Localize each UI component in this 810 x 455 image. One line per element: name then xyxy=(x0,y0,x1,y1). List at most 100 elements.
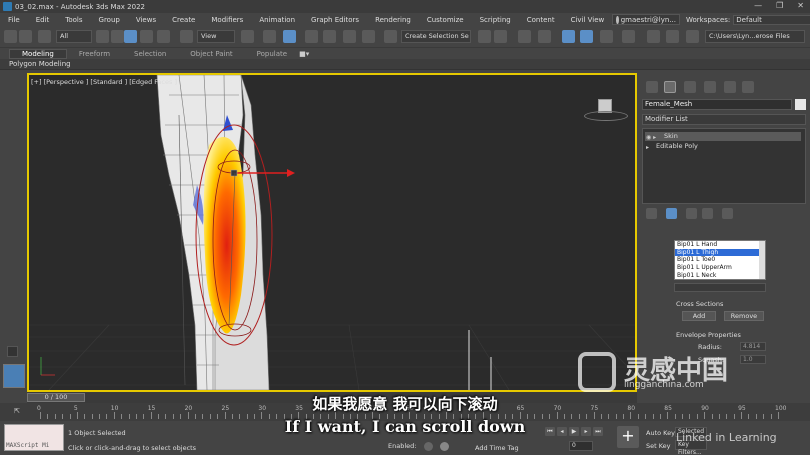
eye-icon[interactable]: ◉ ▸ xyxy=(646,133,656,142)
list-item[interactable]: Bip01 L Toe0 xyxy=(675,256,765,264)
layer-explorer-icon[interactable] xyxy=(538,30,551,43)
menu-modifiers[interactable]: Modifiers xyxy=(203,16,251,24)
mirror-icon[interactable] xyxy=(478,30,491,43)
ribbon-polygon-modeling[interactable]: Polygon Modeling xyxy=(0,59,810,70)
stack-item-editable-poly[interactable]: ▸ Editable Poly xyxy=(645,142,801,151)
redo-icon[interactable] xyxy=(19,30,32,43)
menu-file[interactable]: File xyxy=(0,16,28,24)
watermark-logo-icon xyxy=(578,352,616,392)
create-tab-icon[interactable] xyxy=(646,81,658,93)
remove-cross-section-button[interactable]: Remove xyxy=(724,311,764,321)
bones-list[interactable]: Bip01 L Hand Bip01 L Thigh Bip01 L Toe0 … xyxy=(674,240,766,280)
configure-modifier-sets-icon[interactable] xyxy=(722,208,733,219)
menu-views[interactable]: Views xyxy=(128,16,164,24)
make-unique-icon[interactable] xyxy=(686,208,697,219)
list-item[interactable]: Bip01 L Thigh xyxy=(675,248,765,257)
menu-scripting[interactable]: Scripting xyxy=(472,16,519,24)
menu-rendering[interactable]: Rendering xyxy=(367,16,419,24)
ribbon-toggle-icon[interactable] xyxy=(562,30,575,43)
project-path-dropdown[interactable]: C:\Users\Lyn...erose Files xyxy=(705,30,805,43)
menu-content[interactable]: Content xyxy=(519,16,563,24)
maximize-button[interactable]: ❐ xyxy=(776,1,783,10)
motion-tab-icon[interactable] xyxy=(704,81,716,93)
tab-populate[interactable]: Populate xyxy=(245,50,299,58)
viewport-layout-thumbnail[interactable] xyxy=(3,364,25,388)
list-item[interactable]: Bip01 L Hand xyxy=(675,241,765,249)
keyboard-shortcut-override-icon[interactable] xyxy=(283,30,296,43)
menu-bar: File Edit Tools Group Views Create Modif… xyxy=(0,13,810,26)
menu-tools[interactable]: Tools xyxy=(57,16,90,24)
add-time-tag[interactable]: Add Time Tag xyxy=(475,444,519,452)
select-object-icon[interactable] xyxy=(96,30,109,43)
link-icon[interactable] xyxy=(38,30,51,43)
spinner-snap-icon[interactable] xyxy=(362,30,375,43)
set-key-button[interactable]: Set Key xyxy=(646,442,671,450)
expand-arrow-icon[interactable]: ▸ xyxy=(646,143,649,152)
select-and-place-icon[interactable] xyxy=(180,30,193,43)
viewport-label[interactable]: [+] [Perspective ] [Standard ] [Edged Fa… xyxy=(31,78,177,86)
close-button[interactable]: ✕ xyxy=(797,1,804,10)
tab-freeform[interactable]: Freeform xyxy=(67,50,122,58)
current-frame-field[interactable]: 0 xyxy=(569,441,593,451)
select-and-move-icon[interactable] xyxy=(124,30,137,43)
undo-icon[interactable] xyxy=(4,30,17,43)
reference-coord-dropdown[interactable]: View xyxy=(197,30,235,43)
perspective-viewport[interactable]: [+] [Perspective ] [Standard ] [Edged Fa… xyxy=(27,73,637,392)
modifier-list-dropdown[interactable]: Modifier List xyxy=(642,114,806,125)
tab-object-paint[interactable]: Object Paint xyxy=(178,50,244,58)
menu-civil-view[interactable]: Civil View xyxy=(563,16,613,24)
pivot-center-icon[interactable] xyxy=(241,30,254,43)
object-name-field[interactable]: Female_Mesh xyxy=(642,99,792,110)
select-and-rotate-icon[interactable] xyxy=(140,30,153,43)
tab-modeling[interactable]: Modeling xyxy=(9,48,67,59)
align-icon[interactable] xyxy=(494,30,507,43)
menu-create[interactable]: Create xyxy=(164,16,203,24)
menu-customize[interactable]: Customize xyxy=(419,16,472,24)
display-tab-icon[interactable] xyxy=(724,81,736,93)
expand-viewport-layout-button[interactable] xyxy=(7,346,18,357)
enabled-toggle[interactable] xyxy=(424,442,433,451)
menu-animation[interactable]: Animation xyxy=(251,16,303,24)
angle-snap-icon[interactable] xyxy=(323,30,336,43)
command-panel-tabs xyxy=(642,79,806,95)
list-item[interactable]: Bip01 L UpperArm xyxy=(675,264,765,272)
ribbon-options-icon[interactable]: ■▾ xyxy=(299,50,309,58)
select-and-scale-icon[interactable] xyxy=(157,30,170,43)
list-item[interactable]: Bip01 L Neck xyxy=(675,272,765,279)
show-end-result-icon[interactable] xyxy=(666,208,677,219)
object-color-swatch[interactable] xyxy=(795,99,806,110)
pin-stack-icon[interactable] xyxy=(646,208,657,219)
selection-filter-dropdown[interactable]: All xyxy=(56,30,92,43)
material-editor-icon[interactable] xyxy=(622,30,635,43)
bone-filter-field[interactable] xyxy=(674,283,766,292)
hierarchy-tab-icon[interactable] xyxy=(684,81,696,93)
menu-group[interactable]: Group xyxy=(91,16,128,24)
modify-tab-icon[interactable] xyxy=(664,81,676,93)
render-production-icon[interactable] xyxy=(686,30,699,43)
title-bar: 03_02.max - Autodesk 3ds Max 2022 — ❐ ✕ xyxy=(0,0,810,13)
scene-explorer-icon[interactable] xyxy=(518,30,531,43)
remove-modifier-icon[interactable] xyxy=(702,208,713,219)
minimize-button[interactable]: — xyxy=(754,1,762,10)
utilities-tab-icon[interactable] xyxy=(742,81,754,93)
viewcube-compass[interactable] xyxy=(584,111,628,121)
user-account-dropdown[interactable]: gmaestri@lyn... xyxy=(612,14,680,25)
curve-editor-icon[interactable] xyxy=(580,30,593,43)
named-selection-set-dropdown[interactable]: Create Selection Se xyxy=(401,30,471,43)
percent-snap-icon[interactable] xyxy=(343,30,356,43)
edit-named-selection-icon[interactable] xyxy=(384,30,397,43)
menu-edit[interactable]: Edit xyxy=(28,16,58,24)
schematic-view-icon[interactable] xyxy=(600,30,613,43)
tab-selection[interactable]: Selection xyxy=(122,50,178,58)
select-by-name-icon[interactable] xyxy=(111,30,124,43)
manipulate-icon[interactable] xyxy=(263,30,276,43)
workspaces-select[interactable]: Default xyxy=(733,14,810,25)
snaps-toggle-icon[interactable] xyxy=(305,30,318,43)
rendered-frame-window-icon[interactable] xyxy=(666,30,679,43)
stack-item-skin[interactable]: ◉ ▸ Skin xyxy=(645,132,801,141)
time-tag-icon[interactable] xyxy=(440,442,449,451)
menu-graph-editors[interactable]: Graph Editors xyxy=(303,16,367,24)
render-setup-icon[interactable] xyxy=(647,30,660,43)
add-cross-section-button[interactable]: Add xyxy=(682,311,716,321)
bones-list-scrollbar[interactable] xyxy=(759,241,765,279)
